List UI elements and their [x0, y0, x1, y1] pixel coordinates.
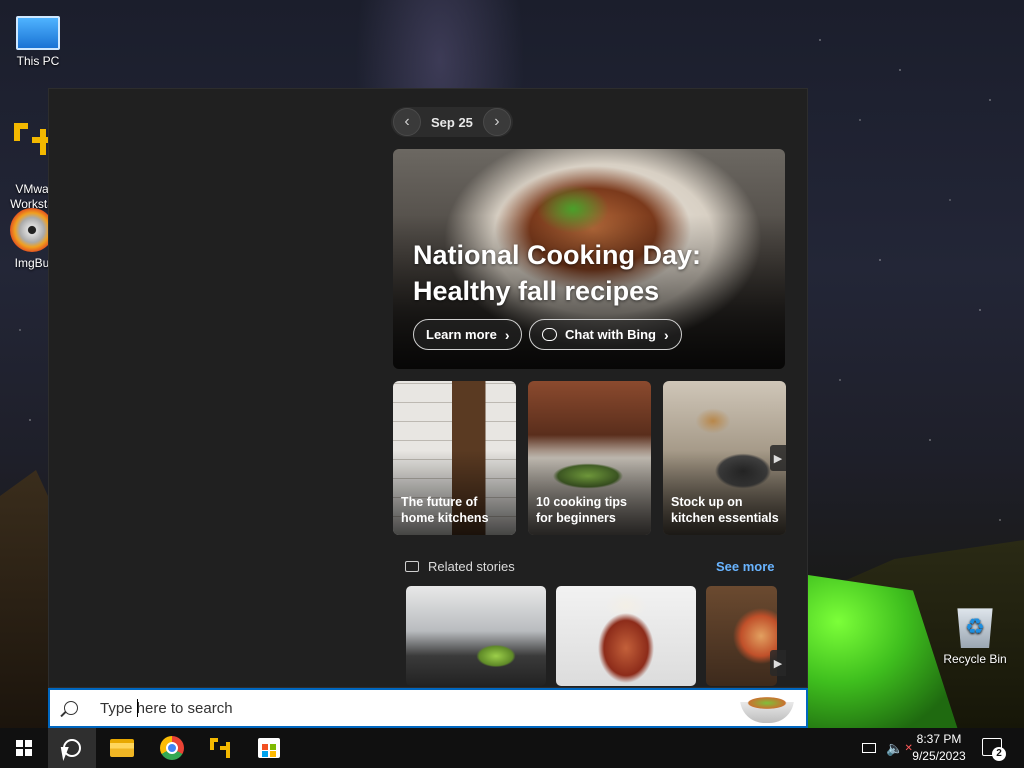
vmware-icon	[208, 736, 232, 760]
file-explorer-button[interactable]	[98, 728, 146, 768]
see-more-link[interactable]: See more	[716, 559, 775, 574]
search-box[interactable]	[48, 688, 808, 728]
vmware-taskbar-button[interactable]	[196, 728, 244, 768]
chevron-right-icon: ›	[504, 326, 510, 343]
chevron-right-icon[interactable]: ›	[482, 108, 511, 136]
cards-scroll-right-icon[interactable]: ▶	[770, 445, 786, 471]
desktop-icon-label: This PC	[16, 54, 60, 68]
search-icon	[64, 701, 78, 715]
story-card-kitchens[interactable]: The future of home kitchens	[393, 381, 516, 535]
store-icon	[258, 738, 280, 758]
card-caption: 10 cooking tips for beginners	[536, 495, 627, 525]
chevron-left-icon[interactable]: ‹	[393, 108, 421, 136]
date-navigator: ‹ Sep 25 ›	[391, 107, 513, 137]
hero-title: National Cooking Day: Healthy fall recip…	[413, 240, 702, 306]
learn-more-button[interactable]: Learn more ›	[413, 319, 523, 350]
chat-bubble-icon	[542, 328, 557, 341]
chat-with-bing-label: Chat with Bing	[565, 327, 656, 342]
hero-card[interactable]: National Cooking Day: Healthy fall recip…	[393, 149, 785, 369]
desktop-icon-recycle-bin[interactable]: ♻ Recycle Bin	[937, 604, 1013, 666]
related-story-thumb[interactable]	[406, 586, 546, 686]
notification-count-badge: 2	[992, 747, 1006, 761]
desktop-icon-label: Recycle Bin	[943, 652, 1007, 666]
store-button[interactable]	[245, 728, 293, 768]
food-bowl-icon	[740, 695, 794, 723]
related-stories-title: Related stories	[428, 559, 515, 574]
clock[interactable]: 8:37 PM 9/25/2023	[906, 731, 972, 765]
folder-icon	[110, 739, 134, 757]
chat-with-bing-button[interactable]: Chat with Bing ›	[529, 319, 682, 350]
text-caret	[137, 699, 138, 717]
start-button[interactable]	[0, 728, 48, 768]
windows-logo-icon	[16, 740, 32, 756]
related-scroll-right-icon[interactable]: ▶	[770, 650, 786, 676]
card-caption: Stock up on kitchen essentials	[671, 495, 779, 525]
clock-date: 9/25/2023	[912, 749, 966, 763]
search-button[interactable]	[48, 728, 96, 768]
computer-icon	[16, 16, 60, 50]
taskbar: 🔈 ✕ 8:37 PM 9/25/2023 2	[0, 728, 1024, 768]
date-label: Sep 25	[431, 114, 473, 130]
chrome-button[interactable]	[148, 728, 196, 768]
clock-time: 8:37 PM	[916, 732, 962, 746]
related-stories-header: Related stories	[405, 559, 515, 574]
story-card-kitchen-essentials[interactable]: Stock up on kitchen essentials	[663, 381, 786, 535]
related-story-thumb[interactable]	[556, 586, 696, 686]
related-story-thumb[interactable]	[706, 586, 777, 686]
network-icon[interactable]	[862, 728, 878, 768]
news-icon	[405, 561, 419, 572]
story-card-cooking-tips[interactable]: 10 cooking tips for beginners	[528, 381, 651, 535]
desktop-icon-this-pc[interactable]: This PC	[0, 10, 76, 68]
search-highlights-panel: ‹ Sep 25 › National Cooking Day: Healthy…	[48, 88, 808, 688]
recycle-bin-icon: ♻	[957, 608, 993, 648]
learn-more-label: Learn more	[426, 327, 497, 342]
card-caption: The future of home kitchens	[401, 495, 489, 525]
chrome-icon	[160, 736, 184, 760]
chevron-right-icon: ›	[664, 326, 669, 343]
search-input[interactable]	[100, 699, 720, 717]
